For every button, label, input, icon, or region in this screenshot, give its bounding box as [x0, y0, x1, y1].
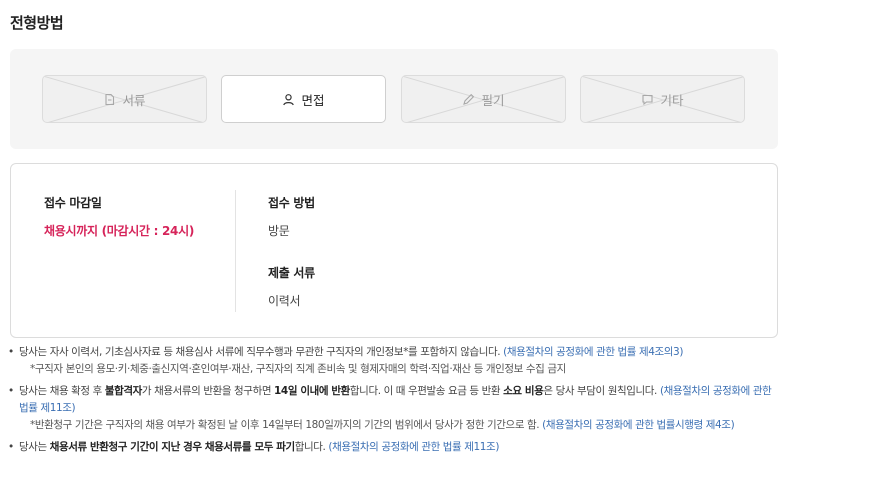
- chat-icon: [642, 94, 654, 105]
- page: { "section_title": "전형방법", "methods": [ …: [0, 0, 875, 498]
- notice-subtext: *구직자 본인의 용모·키·체중·출신지역·혼인여부·재산, 구직자의 직계 존…: [30, 363, 566, 375]
- law-reference-link: (채용절차의 공정화에 관한 법률 제11조): [328, 441, 500, 453]
- method-label-written: 필기: [481, 92, 505, 108]
- pencil-icon: [463, 93, 475, 105]
- deadline-label: 접수 마감일: [44, 196, 102, 210]
- method-label-other: 기타: [660, 92, 684, 108]
- column-divider: [235, 190, 236, 312]
- document-icon: [105, 93, 115, 105]
- law-reference-link: (채용절차의 공정화에 관한 법률시행령 제4조): [542, 419, 735, 431]
- method-label-documents: 서류: [122, 92, 146, 108]
- method-card-written: 필기: [401, 75, 566, 123]
- method-card-other: 기타: [580, 75, 745, 123]
- method-card-interview: 면접: [221, 75, 386, 123]
- notice-list: • 당사는 자사 이력서, 기초심사자료 등 채용심사 서류에 직무수행과 무관…: [8, 344, 778, 456]
- application-info-panel: 접수 마감일 채용시까지 (마감시간 : 24시) 접수 방법 방문 제출 서류…: [10, 163, 778, 338]
- notice-item: • 당사는 채용 확정 후 불합격자가 채용서류의 반환을 청구하면 14일 이…: [8, 383, 778, 434]
- section-title: 전형방법: [10, 14, 64, 32]
- required-documents-label: 제출 서류: [268, 266, 315, 280]
- application-method-value: 방문: [268, 224, 290, 238]
- notice-subtext: *반환청구 기간은 구직자의 채용 여부가 확정된 날 이후 14일부터 180…: [30, 419, 735, 431]
- application-method-label: 접수 방법: [268, 196, 315, 210]
- law-reference-link: (채용절차의 공정화에 관한 법률 제4조의3): [503, 346, 684, 358]
- screening-method-panel: 서류 면접 필기 기타: [10, 49, 778, 149]
- deadline-value: 채용시까지 (마감시간 : 24시): [44, 224, 195, 238]
- required-documents-value: 이력서: [268, 294, 301, 308]
- person-icon: [283, 93, 295, 105]
- notice-item: • 당사는 자사 이력서, 기초심사자료 등 채용심사 서류에 직무수행과 무관…: [8, 344, 778, 378]
- notice-item: • 당사는 채용서류 반환청구 기간이 지난 경우 채용서류를 모두 파기합니다…: [8, 441, 500, 453]
- method-label-interview: 면접: [301, 92, 325, 108]
- method-card-documents: 서류: [42, 75, 207, 123]
